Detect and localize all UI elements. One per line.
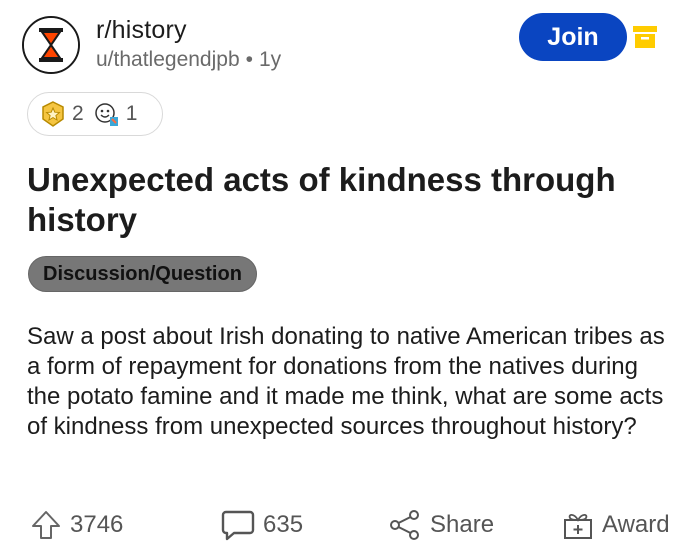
award-button[interactable]: Award <box>562 502 670 548</box>
star-award-icon <box>40 101 66 127</box>
subreddit-avatar[interactable] <box>22 16 80 74</box>
upvote-button[interactable]: 3746 <box>30 502 123 548</box>
gift-award-icon <box>564 513 592 539</box>
meta-separator: • <box>245 48 253 71</box>
post-header: r/history u/thatlegendjpb • 1y Join <box>22 12 678 78</box>
wholesome-award-count: 1 <box>125 102 138 125</box>
hourglass-icon <box>24 18 78 72</box>
award-label: Award <box>602 511 670 538</box>
upvote-arrow-icon <box>32 511 60 539</box>
share-button[interactable]: Share <box>388 502 494 548</box>
share-label: Share <box>430 511 495 538</box>
star-award-count: 2 <box>72 102 84 125</box>
archive-icon <box>633 26 657 48</box>
post-age: 1y <box>259 48 282 71</box>
comment-count: 635 <box>263 511 304 538</box>
post-action-bar: 3746 635 Share Award <box>0 502 700 548</box>
join-button[interactable]: Join <box>519 13 627 61</box>
post-meta: u/thatlegendjpb • 1y <box>96 48 281 72</box>
post-flair[interactable]: Discussion/Question <box>28 256 257 292</box>
share-icon <box>390 510 419 540</box>
subreddit-name[interactable]: r/history <box>96 16 187 45</box>
comment-bubble-icon <box>221 510 255 541</box>
awards-summary[interactable]: 2 1 <box>27 92 163 136</box>
comments-button[interactable]: 635 <box>221 502 303 548</box>
upvote-count: 3746 <box>70 511 124 538</box>
wholesome-award-icon <box>94 101 120 127</box>
post-title[interactable]: Unexpected acts of kindness through hist… <box>27 160 647 240</box>
author-link[interactable]: u/thatlegendjpb <box>96 48 240 71</box>
post-body: Saw a post about Irish donating to nativ… <box>27 323 665 440</box>
